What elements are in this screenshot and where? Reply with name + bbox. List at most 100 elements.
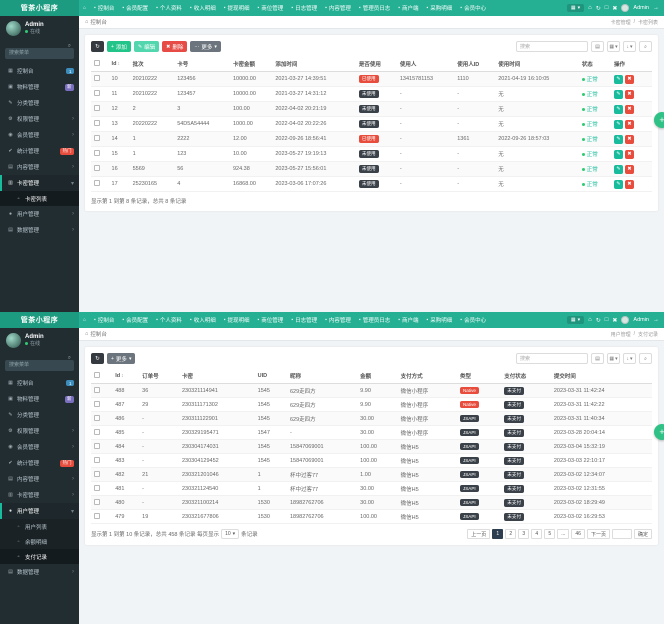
home-icon[interactable]: ⌂ <box>588 317 592 323</box>
pagination-page[interactable]: 4 <box>531 529 543 539</box>
refresh-button[interactable]: ↻ <box>91 353 104 364</box>
nav-item-会员配置[interactable]: ▪ 会员配置 <box>118 316 152 324</box>
row-checkbox[interactable] <box>94 135 100 141</box>
refresh-icon[interactable]: ↻ <box>596 5 601 12</box>
edit-button[interactable]: ✎ <box>613 134 623 144</box>
nav-item-个人资料[interactable]: ▪ 个人资料 <box>152 316 186 324</box>
delete-button[interactable]: ✖ <box>624 179 634 189</box>
edit-button[interactable]: ✎ <box>613 89 623 99</box>
topbar-avatar[interactable] <box>621 316 630 324</box>
sidebar-item-分类管理[interactable]: ✎ 分类管理 <box>0 407 79 423</box>
sidebar-search-input[interactable] <box>5 47 74 59</box>
row-checkbox[interactable] <box>94 484 100 491</box>
row-checkbox[interactable] <box>94 75 100 81</box>
sidebar-item-分类管理[interactable]: ✎ 分类管理 <box>0 95 79 111</box>
row-checkbox[interactable] <box>94 90 100 96</box>
pagination-page[interactable]: 5 <box>544 529 556 539</box>
column-header-Id[interactable]: Id↕ <box>112 369 140 384</box>
module-switcher[interactable]: ▦ ▾ <box>566 4 585 12</box>
edit-button[interactable]: ✎ <box>613 179 623 189</box>
search-settings-button[interactable]: ⌕ <box>639 41 652 52</box>
breadcrumb-home[interactable]: 控制台 <box>90 330 107 338</box>
sidebar-item-权限管理[interactable]: ⚙ 权限管理 › <box>0 423 79 439</box>
columns-button[interactable]: ▦ ▾ <box>607 353 620 364</box>
sidebar-item-内容管理[interactable]: ▤ 内容管理 › <box>0 159 79 175</box>
pagination-page[interactable]: 1 <box>492 529 504 539</box>
nav-item-提现明细[interactable]: ▪ 提现明细 <box>220 4 254 12</box>
edit-button[interactable]: ✎ <box>613 104 623 114</box>
module-switcher[interactable]: ▦ ▾ <box>566 316 585 324</box>
nav-item-管理员日志[interactable]: ▪ 管理员日志 <box>355 316 394 324</box>
row-checkbox[interactable] <box>94 400 100 407</box>
pagination-prev[interactable]: 上一页 <box>467 529 491 539</box>
delete-button[interactable]: ✖ <box>624 164 634 174</box>
nav-item-收入明细[interactable]: ▪ 收入明细 <box>186 316 220 324</box>
close-icon[interactable]: ✖ <box>612 317 617 324</box>
nav-item-采购明细[interactable]: ▪ 采购明细 <box>423 316 457 324</box>
refresh-button[interactable]: ↻ <box>91 41 104 52</box>
fullscreen-icon[interactable]: □ <box>605 317 609 323</box>
sidebar-item-控制台[interactable]: ▦ 控制台 1 <box>0 63 79 79</box>
sidebar-search-input[interactable] <box>5 359 74 371</box>
row-checkbox[interactable] <box>94 105 100 111</box>
sidebar-item-内容管理[interactable]: ▤ 内容管理 › <box>0 471 79 487</box>
table-search-input[interactable] <box>516 353 588 364</box>
nav-item-管理员日志[interactable]: ▪ 管理员日志 <box>355 4 394 12</box>
pagination-confirm-button[interactable]: 确定 <box>633 529 652 539</box>
logout-icon[interactable]: → <box>653 317 659 323</box>
更多-button[interactable]: ⋯ 更多 ▾ <box>190 41 221 52</box>
nav-item-采购明细[interactable]: ▪ 采购明细 <box>423 4 457 12</box>
row-checkbox[interactable] <box>94 165 100 171</box>
topbar-avatar[interactable] <box>621 4 630 12</box>
nav-item-日志管理[interactable]: ▪ 日志管理 <box>287 316 321 324</box>
breadcrumb-home[interactable]: 控制台 <box>90 18 107 26</box>
select-all-checkbox[interactable] <box>94 372 100 378</box>
nav-item-内容管理[interactable]: ▪ 内容管理 <box>321 316 355 324</box>
sidebar-item-统计管理[interactable]: ✔ 统计管理 热门 <box>0 455 79 471</box>
export-button[interactable]: ↓ ▾ <box>623 41 636 52</box>
edit-button[interactable]: ✎ <box>613 74 623 84</box>
row-checkbox[interactable] <box>94 442 100 449</box>
nav-item-商户端[interactable]: ▪ 商户端 <box>394 4 422 12</box>
row-checkbox[interactable] <box>94 386 100 393</box>
sidebar-subitem-余额明细[interactable]: ▫ 余额明细 <box>0 534 79 549</box>
sidebar-item-会员管理[interactable]: ◉ 会员管理 › <box>0 127 79 143</box>
breadcrumb-link[interactable]: 卡密管理 <box>611 19 631 26</box>
sidebar-item-控制台[interactable]: ▦ 控制台 1 <box>0 375 79 391</box>
edit-button[interactable]: ✎ <box>613 149 623 159</box>
refresh-icon[interactable]: ↻ <box>596 317 601 324</box>
编辑-button[interactable]: ✎ 编辑 <box>133 41 160 52</box>
delete-button[interactable]: ✖ <box>624 74 634 84</box>
nav-item-控制台[interactable]: ▪ 控制台 <box>90 4 118 12</box>
table-search-input[interactable] <box>516 41 588 52</box>
edit-button[interactable]: ✎ <box>613 164 623 174</box>
pagination-page[interactable]: 2 <box>505 529 517 539</box>
nav-item-控制台[interactable]: ▪ 控制台 <box>90 316 118 324</box>
sidebar-item-统计管理[interactable]: ✔ 统计管理 热门 <box>0 143 79 159</box>
edit-button[interactable]: ✎ <box>613 119 623 129</box>
export-button[interactable]: ↓ ▾ <box>623 353 636 364</box>
pagination-next[interactable]: 下一页 <box>586 529 610 539</box>
breadcrumb-link[interactable]: 卡密列表 <box>638 19 658 26</box>
sidebar-item-卡密管理[interactable]: ▥ 卡密管理 › <box>0 487 79 503</box>
delete-button[interactable]: ✖ <box>624 119 634 129</box>
row-checkbox[interactable] <box>94 470 100 477</box>
app-logo[interactable]: 管茶小程序 <box>0 0 79 16</box>
delete-button[interactable]: ✖ <box>624 149 634 159</box>
sidebar-item-物料管理[interactable]: ▣ 物料管理新 <box>0 391 79 407</box>
row-checkbox[interactable] <box>94 498 100 505</box>
topbar-admin-label[interactable]: Admin <box>633 5 649 11</box>
avatar[interactable] <box>6 21 21 36</box>
sidebar-subitem-卡密列表[interactable]: ▫ 卡密列表 <box>0 191 79 206</box>
app-logo[interactable]: 管茶小程序 <box>0 312 79 328</box>
home-icon[interactable]: ⌂ <box>588 5 592 11</box>
nav-item-日志管理[interactable]: ▪ 日志管理 <box>287 4 321 12</box>
logout-icon[interactable]: → <box>653 5 659 11</box>
row-checkbox[interactable] <box>94 512 100 519</box>
nav-item-商户端[interactable]: ▪ 商户端 <box>394 316 422 324</box>
sidebar-subitem-用户列表[interactable]: ▫ 用户列表 <box>0 519 79 534</box>
column-header-Id[interactable]: Id↕ <box>108 57 130 72</box>
row-checkbox[interactable] <box>94 456 100 463</box>
sidebar-item-卡密管理[interactable]: ▥ 卡密管理 ▾ <box>0 175 79 191</box>
float-action-button[interactable]: + <box>654 424 664 440</box>
